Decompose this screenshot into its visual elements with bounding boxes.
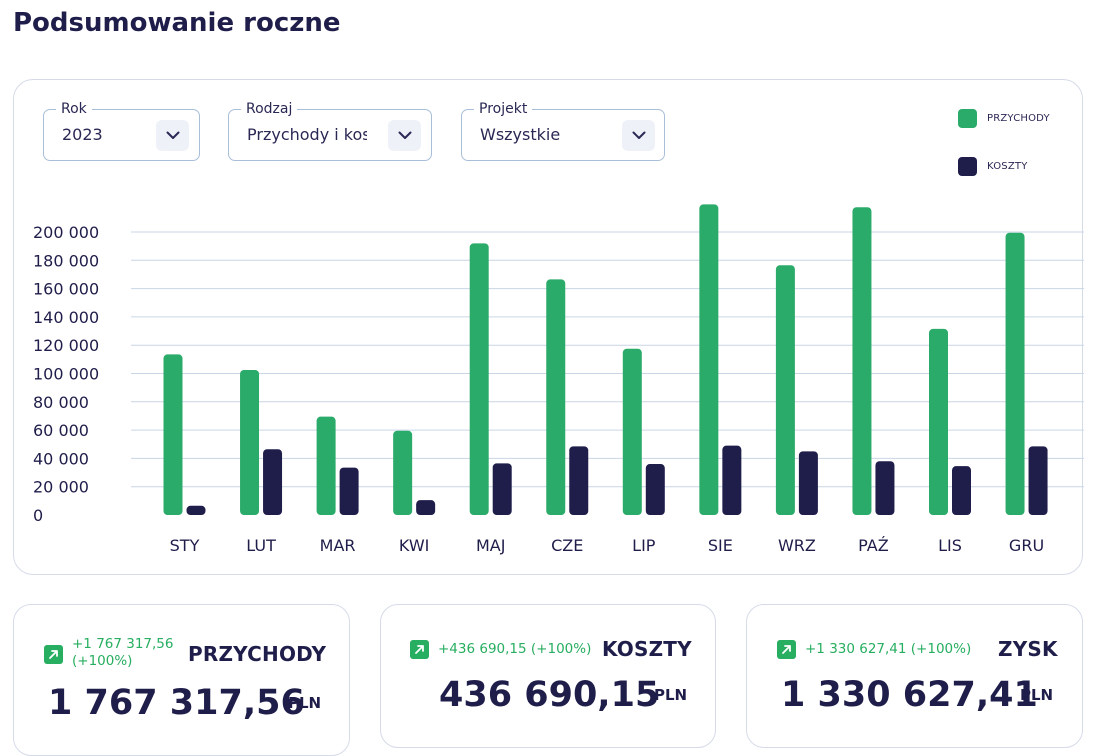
- costs-title: KOSZTY: [602, 637, 692, 661]
- bar-revenue[interactable]: [1005, 232, 1025, 515]
- bar-costs[interactable]: [339, 467, 359, 515]
- y-tick-label: 80 000: [33, 393, 89, 412]
- bar-revenue[interactable]: [852, 207, 872, 516]
- y-tick-label: 120 000: [33, 336, 99, 355]
- bar-costs[interactable]: [263, 449, 283, 515]
- costs-value: 436 690,15: [439, 675, 660, 715]
- bar-costs[interactable]: [798, 451, 818, 515]
- x-tick-label: PAŹ: [858, 536, 889, 555]
- profit-title: ZYSK: [998, 637, 1058, 661]
- x-tick-label: SIE: [708, 536, 733, 555]
- bar-costs[interactable]: [722, 445, 742, 515]
- bar-costs[interactable]: [492, 463, 512, 515]
- bar-revenue[interactable]: [622, 348, 642, 515]
- y-tick-label: 0: [33, 506, 43, 525]
- x-tick-label: LIP: [632, 536, 656, 555]
- revenue-delta: +1 767 317,56 (+100%): [72, 636, 174, 669]
- bar-costs[interactable]: [569, 446, 589, 515]
- bar-revenue[interactable]: [316, 416, 336, 515]
- x-tick-label: GRU: [1009, 536, 1044, 555]
- revenue-value: 1 767 317,56: [48, 683, 305, 723]
- bar-costs[interactable]: [952, 466, 971, 515]
- summary-card-costs: +436 690,15 (+100%) KOSZTY 436 690,15 PL…: [380, 604, 716, 748]
- y-tick-label: 100 000: [33, 365, 99, 384]
- bar-revenue[interactable]: [929, 328, 948, 515]
- x-tick-label: WRZ: [778, 536, 816, 555]
- x-tick-label: LIS: [938, 536, 962, 555]
- revenue-unit: PLN: [288, 694, 322, 712]
- summary-card-profit: +1 330 627,41 (+100%) ZYSK 1 330 627,41 …: [746, 604, 1083, 748]
- bar-revenue[interactable]: [775, 265, 795, 515]
- annual-chart-panel: Rok 2023 Rodzaj Przychody i koszty Proje…: [13, 79, 1084, 575]
- x-tick-label: CZE: [551, 536, 583, 555]
- bar-costs[interactable]: [186, 505, 206, 515]
- profit-value: 1 330 627,41: [781, 675, 1038, 715]
- bar-revenue[interactable]: [240, 369, 260, 515]
- bar-costs[interactable]: [875, 461, 895, 515]
- arrow-up-right-icon: [410, 640, 429, 659]
- profit-unit: PLN: [1020, 686, 1054, 704]
- arrow-up-right-icon: [44, 645, 63, 664]
- y-tick-label: 60 000: [33, 421, 89, 440]
- y-tick-label: 140 000: [33, 308, 99, 327]
- bar-revenue[interactable]: [546, 279, 566, 515]
- costs-delta: +436 690,15 (+100%): [438, 641, 592, 657]
- bar-revenue[interactable]: [699, 204, 719, 515]
- profit-delta: +1 330 627,41 (+100%): [805, 641, 972, 657]
- y-tick-label: 180 000: [33, 251, 99, 270]
- costs-unit: PLN: [654, 686, 688, 704]
- x-tick-label: MAR: [320, 536, 356, 555]
- arrow-up-right-icon: [777, 640, 796, 659]
- y-tick-label: 40 000: [33, 449, 89, 468]
- revenue-title: PRZYCHODY: [188, 642, 327, 666]
- y-tick-label: 20 000: [33, 478, 89, 497]
- y-tick-label: 160 000: [33, 280, 99, 299]
- bar-revenue[interactable]: [393, 430, 413, 515]
- x-tick-label: KWI: [399, 536, 429, 555]
- bar-chart: 0 20 000 40 000 60 000 80 000 100 000 120 000 1…: [33, 204, 1084, 555]
- x-tick-label: MAJ: [476, 536, 505, 555]
- page-title: Podsumowanie roczne: [13, 8, 341, 38]
- bar-revenue[interactable]: [163, 354, 183, 515]
- x-tick-label: STY: [170, 536, 200, 555]
- bar-costs[interactable]: [1028, 446, 1048, 515]
- bar-costs[interactable]: [416, 500, 436, 515]
- bar-costs[interactable]: [645, 464, 665, 515]
- summary-card-revenue: +1 767 317,56 (+100%) PRZYCHODY 1 767 31…: [13, 604, 350, 756]
- x-tick-label: LUT: [246, 536, 276, 555]
- y-tick-label: 200 000: [33, 223, 99, 242]
- bar-revenue[interactable]: [469, 243, 489, 515]
